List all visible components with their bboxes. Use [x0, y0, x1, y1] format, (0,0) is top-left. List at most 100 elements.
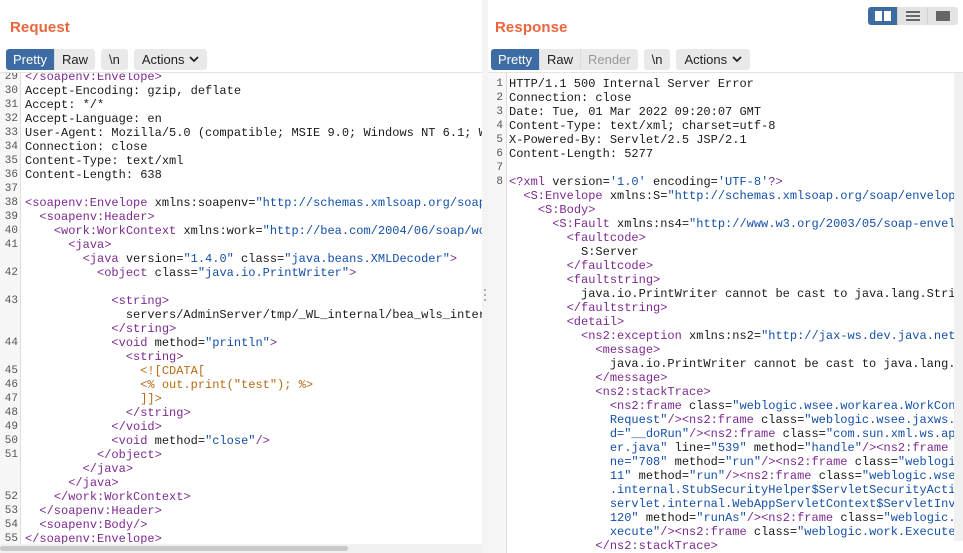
code-token: "run" [725, 455, 762, 469]
line-code: <?xml version='1.0' encoding='UTF-8'?> [509, 175, 783, 189]
line-code: Connection: close [25, 140, 147, 154]
request-tab-raw[interactable]: Raw [54, 49, 95, 70]
line-code: <work:WorkContext xmlns:work="http://bea… [25, 224, 482, 238]
code-line: 45 <![CDATA[ [0, 364, 482, 378]
code-token: /><ns2:frame [761, 455, 855, 469]
response-actions-menu[interactable]: Actions [676, 49, 751, 70]
code-line: </ns2:stackTrace> [488, 539, 963, 553]
response-vertical-scrollbar[interactable] [954, 73, 963, 541]
line-number: 43 [4, 295, 18, 307]
side-by-side-view-icon[interactable] [868, 7, 898, 25]
code-token: <soapenv:Header> [39, 210, 155, 224]
code-token: <S:Body> [537, 203, 596, 217]
code-line: 31 Accept: */* [0, 98, 482, 112]
line-code: 11" method="run"/><ns2:frame class="webl… [509, 469, 963, 483]
request-actions-menu[interactable]: Actions [133, 49, 208, 70]
line-code: ne="708" method="run"/><ns2:frame class=… [509, 455, 963, 469]
response-tabbar: Pretty Raw Render \n Actions [491, 49, 751, 70]
request-title: Request [10, 19, 70, 36]
code-token: <string> [125, 350, 184, 364]
line-code: Accept-Language: en [25, 112, 162, 126]
line-code: </faultcode> [509, 259, 653, 273]
code-line: </faultstring> [488, 301, 963, 315]
code-line: <faultcode> [488, 231, 963, 245]
line-code: <string> [25, 294, 169, 308]
response-tab-pretty[interactable]: Pretty [491, 49, 540, 70]
line-code: Request"/><ns2:frame class="weblogic.wse… [509, 413, 963, 427]
request-tab-pretty[interactable]: Pretty [6, 49, 55, 70]
code-token: 'UTF-8' [717, 175, 769, 189]
line-code: Content-Length: 5277 [509, 147, 653, 161]
response-tab-render[interactable]: Render [580, 49, 638, 70]
code-token: <void [111, 336, 155, 350]
line-code: java.io.PrintWriter cannot be cast to ja… [509, 357, 963, 371]
line-code: <S:Body> [509, 203, 596, 217]
code-line: 40 <work:WorkContext xmlns:work="http://… [0, 224, 482, 238]
code-line: java.io.PrintWriter cannot be cast to ja… [488, 287, 963, 301]
code-token: servers/AdminServer/tmp/_WL_internal/bea… [25, 308, 482, 322]
line-code: Accept: */* [25, 98, 104, 112]
stacked-view-icon[interactable] [898, 7, 928, 25]
code-line: <detail> [488, 315, 963, 329]
code-token: xecute" [609, 525, 661, 539]
line-code: <soapenv:Envelope xmlns:soapenv="http://… [25, 196, 482, 210]
code-token: <faultstring> [566, 273, 661, 287]
line-code: <java> [25, 238, 111, 252]
request-actions-label: Actions [141, 52, 185, 67]
line-code: Content-Length: 638 [25, 168, 162, 182]
line-number: 48 [4, 407, 18, 419]
code-token: .internal.StubSecurityHelper$ServletSecu… [609, 483, 963, 497]
code-token: <S:Fault [552, 217, 618, 231]
line-code: <faultstring> [509, 273, 661, 287]
code-line: <faultstring> [488, 273, 963, 287]
line-code: </void> [25, 420, 161, 434]
code-line: 43 <string> [0, 294, 482, 308]
code-token: User-Agent: Mozilla/5.0 (compatible; MSI… [25, 126, 482, 140]
code-line: er.java" line="539" method="handle"/><ns… [488, 441, 963, 455]
request-scroll-thumb[interactable] [0, 546, 348, 551]
code-token: "println" [205, 336, 270, 350]
chevron-down-icon [732, 56, 742, 63]
code-token: <faultcode> [566, 231, 646, 245]
code-token: > [349, 266, 357, 280]
code-line: </java> [0, 476, 482, 490]
code-line: <S:Body> [488, 203, 963, 217]
line-code: <% out.print("test"); %> [25, 378, 313, 392]
request-horizontal-scrollbar[interactable] [0, 544, 482, 553]
line-code: java.io.PrintWriter cannot be cast to ja… [509, 287, 963, 301]
response-newline-toggle[interactable]: \n [643, 49, 671, 70]
response-actions-label: Actions [684, 52, 728, 67]
line-code: </java> [25, 476, 118, 490]
code-token: "http://schemas.xmlsoap.org/soap/envelop… [667, 189, 963, 203]
response-editor[interactable]: 1 HTTP/1.1 500 Internal Server Error 2 Conn… [488, 72, 963, 553]
response-tab-raw[interactable]: Raw [539, 49, 581, 70]
code-token: "weblogic.wsee.workarea.WorkConte [732, 399, 963, 413]
code-token: "java.io.PrintWriter" [197, 266, 350, 280]
code-line: <string> [0, 350, 482, 364]
code-line: xecute"/><ns2:frame class="weblogic.work… [488, 525, 963, 539]
single-pane-view-icon[interactable] [928, 7, 958, 25]
code-token: class= [241, 252, 285, 266]
code-token: <ns2:exception [581, 329, 690, 343]
line-code: servlet.internal.WebAppServletContext$Se… [509, 497, 963, 511]
request-newline-toggle[interactable]: \n [100, 49, 128, 70]
line-code: </soapenv:Header> [25, 504, 161, 518]
request-editor[interactable]: 29 </soapenv:Envelope> 30 Accept-Encoding: … [0, 72, 482, 553]
code-token: Date: Tue, 01 Mar 2022 09:20:07 GMT [509, 105, 762, 119]
line-number: 40 [4, 225, 18, 237]
line-code: S:Server [509, 245, 639, 259]
code-line: <ns2:frame class="weblogic.wsee.workarea… [488, 399, 963, 413]
